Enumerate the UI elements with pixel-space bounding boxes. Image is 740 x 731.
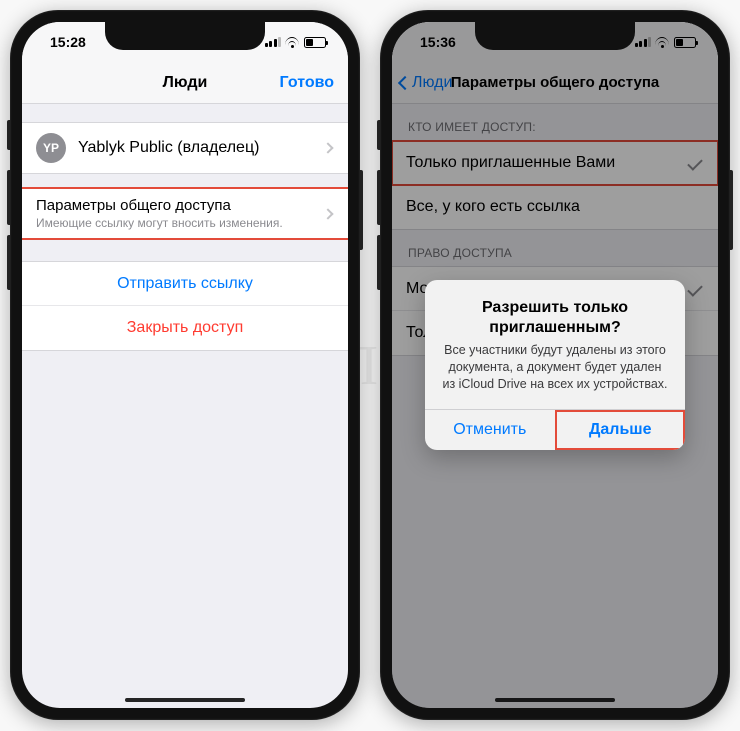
home-indicator[interactable] (495, 698, 615, 702)
notch (475, 22, 635, 50)
phone-left: 15:28 Люди Готово YP Yablyk Public (влад… (10, 10, 360, 720)
confirm-alert: Разрешить только приглашенным? Все участ… (425, 280, 685, 450)
send-link-button[interactable]: Отправить ссылку (22, 262, 348, 306)
battery-icon (304, 37, 326, 48)
alert-cancel-button[interactable]: Отменить (425, 410, 555, 450)
status-time: 15:28 (50, 34, 86, 50)
done-button[interactable]: Готово (280, 74, 334, 92)
sharing-parameters-row[interactable]: Параметры общего доступа Имеющие ссылку … (22, 189, 348, 238)
alert-message: Все участники будут удалены из этого док… (441, 342, 669, 393)
sharing-subtitle: Имеющие ссылку могут вносить изменения. (36, 216, 324, 230)
sharing-title: Параметры общего доступа (36, 197, 324, 214)
stop-sharing-button[interactable]: Закрыть доступ (22, 306, 348, 350)
owner-name: Yablyk Public (владелец) (78, 139, 324, 157)
chevron-right-icon (322, 142, 333, 153)
chevron-right-icon (322, 208, 333, 219)
alert-title: Разрешить только приглашенным? (441, 298, 669, 338)
owner-row[interactable]: YP Yablyk Public (владелец) (22, 123, 348, 173)
phone-right: 15:36 Люди Параметры общего доступа КТО … (380, 10, 730, 720)
home-indicator[interactable] (125, 698, 245, 702)
navbar: Люди Готово (22, 62, 348, 104)
avatar: YP (36, 133, 66, 163)
alert-confirm-button[interactable]: Дальше (555, 410, 686, 450)
signal-icon (265, 37, 282, 47)
wifi-icon (285, 37, 300, 48)
nav-title: Люди (163, 74, 208, 92)
notch (105, 22, 265, 50)
